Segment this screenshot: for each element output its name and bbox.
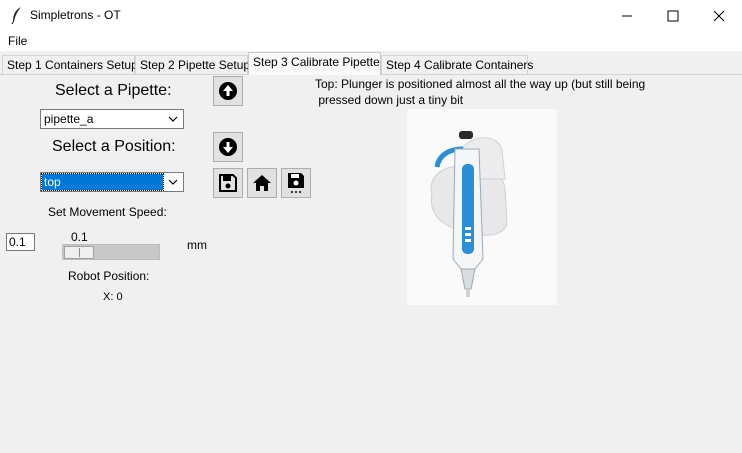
menu-bar: File <box>0 31 742 51</box>
floppy-disk-icon <box>219 174 237 192</box>
speed-slider[interactable] <box>62 244 160 260</box>
home-button[interactable] <box>247 168 277 198</box>
floppy-disk-more-icon <box>288 173 304 193</box>
move-down-button[interactable] <box>213 132 243 162</box>
window-title: Simpletrons - OT <box>30 8 121 22</box>
tab-content <box>0 74 742 453</box>
speed-slider-thumb[interactable] <box>64 246 94 259</box>
save-button[interactable] <box>213 168 243 198</box>
position-label: Select a Position: <box>52 138 176 155</box>
maximize-button[interactable] <box>650 0 696 31</box>
slider-grip <box>79 248 80 257</box>
tab-calibrate-pipette[interactable]: Step 3 Calibrate Pipette <box>248 52 381 75</box>
position-select[interactable]: top <box>40 172 184 192</box>
feather-icon <box>11 7 21 24</box>
minimize-icon <box>622 15 632 16</box>
pipette-photo <box>407 109 557 305</box>
robot-x-value: X: 0 <box>103 291 123 303</box>
chevron-down-icon <box>168 179 178 185</box>
tab-bar: Step 1 Containers Setup Step 2 Pipette S… <box>0 51 742 75</box>
home-icon <box>253 175 271 191</box>
tab-calibrate-containers[interactable]: Step 4 Calibrate Containers <box>381 55 533 74</box>
arrow-up-circle-icon <box>219 82 237 100</box>
pipette-select[interactable]: pipette_a <box>40 109 184 129</box>
close-button[interactable] <box>696 0 742 31</box>
speed-label: Set Movement Speed: <box>48 205 167 219</box>
move-up-button[interactable] <box>213 76 243 106</box>
menu-file[interactable]: File <box>8 34 27 48</box>
position-select-value: top <box>41 173 164 191</box>
pipette-in-hand-image <box>430 131 508 297</box>
arrow-down-circle-icon <box>219 138 237 156</box>
save-as-button[interactable] <box>281 168 311 198</box>
maximize-icon <box>667 10 679 21</box>
pipette-select-value: pipette_a <box>44 112 94 126</box>
slider-value-label: 0.1 <box>71 230 88 244</box>
title-bar: Simpletrons - OT <box>0 0 742 31</box>
unit-label: mm <box>187 238 207 252</box>
tab-containers-setup[interactable]: Step 1 Containers Setup <box>2 55 138 74</box>
position-description-line2: pressed down just a tiny bit <box>315 93 464 107</box>
tab-pipette-setup[interactable]: Step 2 Pipette Setup <box>135 55 250 74</box>
pipette-label: Select a Pipette: <box>55 82 172 99</box>
speed-input[interactable]: 0.1 <box>6 233 35 251</box>
minimize-button[interactable] <box>604 0 650 31</box>
robot-position-label: Robot Position: <box>68 269 150 283</box>
position-description-line1: Top: Plunger is positioned almost all th… <box>315 77 646 91</box>
chevron-down-icon <box>168 116 178 122</box>
close-icon <box>713 10 725 21</box>
